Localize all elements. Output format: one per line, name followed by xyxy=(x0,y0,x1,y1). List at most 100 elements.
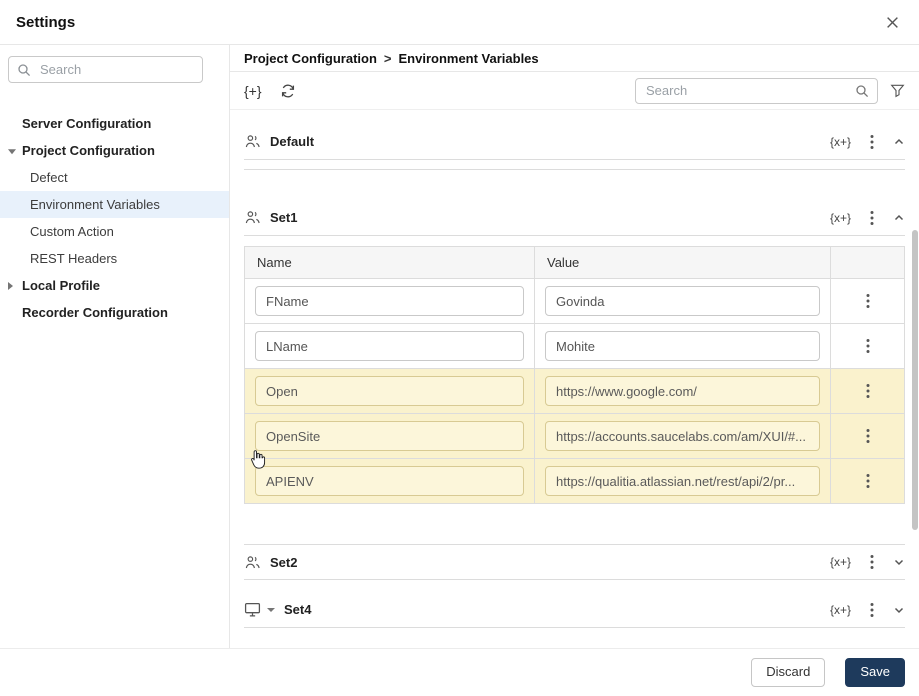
breadcrumb: Project Configuration > Environment Vari… xyxy=(230,45,919,72)
variable-value-input[interactable] xyxy=(545,286,820,316)
refresh-icon xyxy=(281,84,294,97)
dialog-title: Settings xyxy=(16,13,76,31)
sidebar-search[interactable] xyxy=(8,56,203,83)
column-header-actions xyxy=(830,246,905,279)
section-name: Default xyxy=(270,134,315,149)
row-menu-button[interactable] xyxy=(831,473,904,489)
row-menu-button[interactable] xyxy=(831,293,904,309)
footer: Discard Save xyxy=(0,648,919,696)
default-section-body xyxy=(244,160,905,170)
variable-value-input[interactable] xyxy=(545,331,820,361)
breadcrumb-separator: > xyxy=(383,50,392,66)
row-menu-button[interactable] xyxy=(831,383,904,399)
sidebar-item-label: Local Profile xyxy=(22,278,101,293)
collapse-button[interactable] xyxy=(893,136,905,148)
section-menu-button[interactable] xyxy=(870,602,874,618)
add-variable-button[interactable]: {x+} xyxy=(830,555,851,569)
row-menu-button[interactable] xyxy=(831,428,904,444)
section-header-set1[interactable]: Set1 {x+} xyxy=(244,200,905,236)
variable-sets-list: Default {x+} Set1 {x+} Name Value FName … xyxy=(230,110,919,648)
column-header-name: Name xyxy=(244,246,535,279)
caret-right-icon xyxy=(8,281,13,290)
caret-down-icon xyxy=(8,148,16,154)
kebab-icon xyxy=(866,384,869,398)
section-menu-button[interactable] xyxy=(870,554,874,570)
table-row xyxy=(244,458,905,504)
variable-name-input[interactable] xyxy=(255,466,524,496)
content-panel: Project Configuration > Environment Vari… xyxy=(230,45,919,648)
kebab-icon xyxy=(870,555,874,569)
add-variable-button[interactable]: {x+} xyxy=(830,211,851,225)
sidebar-item-defect[interactable]: Defect xyxy=(0,164,229,191)
variables-table: Name Value xyxy=(244,246,905,504)
section-name: Set2 xyxy=(270,554,298,570)
refresh-button[interactable] xyxy=(280,83,296,99)
chevron-up-icon xyxy=(894,138,904,144)
sidebar-item-label: Custom Action xyxy=(30,224,114,239)
chevron-down-icon xyxy=(894,607,904,613)
sidebar-item-local-profile[interactable]: Local Profile xyxy=(0,272,229,299)
table-row xyxy=(244,323,905,369)
add-variable-button[interactable]: {x+} xyxy=(830,135,851,149)
monitor-icon xyxy=(244,603,261,617)
section-header-set2[interactable]: Set2 {x+} xyxy=(244,544,905,580)
discard-button[interactable]: Discard xyxy=(751,658,826,687)
column-header-value: Value xyxy=(534,246,831,279)
chevron-up-icon xyxy=(894,214,904,220)
sidebar-item-label: REST Headers xyxy=(30,251,118,266)
section-menu-button[interactable] xyxy=(870,134,874,150)
table-row xyxy=(244,413,905,459)
close-icon xyxy=(886,16,898,28)
variable-value-input[interactable] xyxy=(545,376,820,406)
add-variable-set-button[interactable]: {+} xyxy=(244,83,262,99)
add-variable-button[interactable]: {x+} xyxy=(830,603,851,617)
variable-name-input[interactable] xyxy=(255,376,524,406)
section-menu-button[interactable] xyxy=(870,210,874,226)
sidebar-item-server-configuration[interactable]: Server Configuration xyxy=(0,110,229,137)
section-name: Set1 xyxy=(270,210,298,225)
expand-button[interactable] xyxy=(893,604,905,616)
section-name: Set4 xyxy=(284,602,312,617)
section-header-set4[interactable]: Set4 {x+} xyxy=(244,592,905,628)
group-icon xyxy=(245,211,260,224)
toolbar: {+} xyxy=(230,72,919,110)
sidebar-item-custom-action[interactable]: Custom Action xyxy=(0,218,229,245)
row-menu-button[interactable] xyxy=(831,338,904,354)
sidebar-item-label: Defect xyxy=(30,170,68,185)
kebab-icon xyxy=(866,474,869,488)
search-icon xyxy=(18,63,31,76)
breadcrumb-project-configuration[interactable]: Project Configuration xyxy=(244,51,377,66)
filter-button[interactable] xyxy=(890,83,905,98)
variable-value-input[interactable] xyxy=(545,421,820,451)
kebab-icon xyxy=(866,294,869,308)
sidebar-item-label: Project Configuration xyxy=(22,143,155,158)
caret-down-icon[interactable] xyxy=(267,607,275,612)
sidebar-item-rest-headers[interactable]: REST Headers xyxy=(0,245,229,272)
sidebar-item-label: Environment Variables xyxy=(30,197,160,212)
sidebar-item-recorder-configuration[interactable]: Recorder Configuration xyxy=(0,299,229,326)
variable-value-input[interactable] xyxy=(545,466,820,496)
sidebar-item-label: Recorder Configuration xyxy=(22,305,168,320)
variables-search-input[interactable] xyxy=(644,82,849,99)
variables-search[interactable] xyxy=(635,77,878,104)
sidebar-item-label: Server Configuration xyxy=(22,116,152,131)
save-button[interactable]: Save xyxy=(845,658,905,687)
variable-name-input[interactable] xyxy=(255,286,524,316)
section-header-default[interactable]: Default {x+} xyxy=(244,124,905,160)
vertical-scrollbar[interactable] xyxy=(912,230,918,530)
sidebar-search-input[interactable] xyxy=(38,61,194,78)
table-header-row: Name Value xyxy=(244,246,905,279)
close-button[interactable] xyxy=(881,11,903,33)
variable-name-input[interactable] xyxy=(255,421,524,451)
table-row xyxy=(244,278,905,324)
kebab-icon xyxy=(866,429,869,443)
sidebar-item-project-configuration[interactable]: Project Configuration xyxy=(0,137,229,164)
sidebar-item-environment-variables[interactable]: Environment Variables xyxy=(0,191,229,218)
filter-icon xyxy=(890,84,905,98)
collapse-button[interactable] xyxy=(893,212,905,224)
kebab-icon xyxy=(870,602,874,617)
search-icon xyxy=(856,84,869,97)
expand-button[interactable] xyxy=(893,556,905,568)
breadcrumb-environment-variables: Environment Variables xyxy=(398,50,539,66)
variable-name-input[interactable] xyxy=(255,331,524,361)
